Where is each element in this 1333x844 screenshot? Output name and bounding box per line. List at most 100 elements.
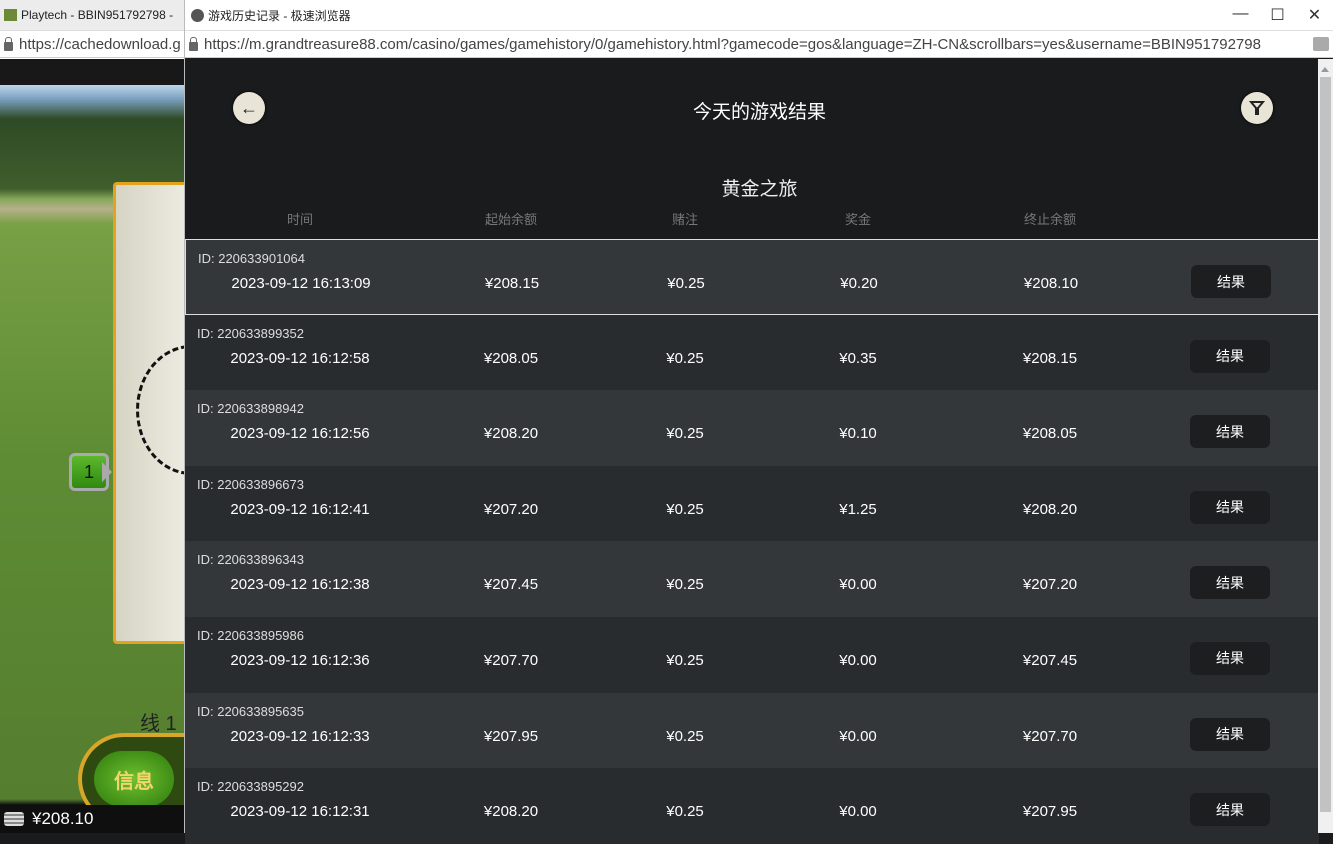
result-button[interactable]: 结果: [1191, 265, 1271, 298]
round-id: ID: 220633895292: [197, 779, 304, 795]
bet: ¥0.25: [667, 275, 705, 292]
start-balance: ¥207.20: [483, 500, 539, 518]
arrow-left-icon: ←: [240, 97, 258, 118]
history-row: ID: 220633898942 2023-09-12 16:12:56 ¥20…: [185, 390, 1319, 466]
win: ¥0.20: [840, 275, 878, 292]
win: ¥0.00: [839, 803, 877, 821]
window-titlebar: 游戏历史记录 - 极速浏览器 — ☐ ✕: [185, 0, 1333, 31]
line-label: 线 1: [140, 713, 177, 735]
history-row: ID: 220633899352 2023-09-12 16:12:58 ¥20…: [185, 314, 1319, 391]
background-window: Playtech - BBIN951792798 - https://cache…: [0, 0, 246, 833]
end-balance: ¥208.10: [1023, 275, 1079, 292]
result-button[interactable]: 结果: [1190, 490, 1270, 524]
start-balance: ¥208.20: [483, 803, 539, 821]
background-tab-title: Playtech - BBIN951792798 -: [21, 8, 174, 22]
round-id: ID: 220633896673: [197, 476, 304, 492]
scroll-up-icon[interactable]: [1321, 63, 1329, 72]
line-number: 1: [83, 461, 94, 482]
round-id: ID: 220633895635: [197, 703, 304, 719]
bet: ¥0.25: [666, 576, 704, 594]
coins-icon: [4, 812, 24, 826]
line-badge: 1: [69, 453, 112, 491]
background-url: https://cachedownload.g: [19, 35, 181, 53]
start-balance: ¥208.15: [484, 275, 540, 292]
win: ¥0.00: [839, 727, 877, 745]
slot-reel: [113, 182, 246, 644]
time: 2023-09-12 16:12:58: [230, 349, 370, 367]
history-list: ID: 220633901064 2023-09-12 16:13:09 ¥20…: [185, 239, 1319, 844]
win: ¥0.00: [839, 651, 877, 669]
result-button[interactable]: 结果: [1190, 415, 1270, 449]
end-balance: ¥208.05: [1022, 425, 1078, 443]
result-button[interactable]: 结果: [1190, 793, 1270, 827]
globe-icon: [191, 8, 204, 22]
result-button[interactable]: 结果: [1190, 717, 1270, 751]
round-id: ID: 220633901064: [198, 251, 305, 266]
result-button[interactable]: 结果: [1190, 339, 1270, 373]
url-text[interactable]: https://m.grandtreasure88.com/casino/gam…: [204, 36, 1261, 53]
col-win: 奖金: [844, 212, 872, 227]
game-canvas[interactable]: 1 线 1 信息: [0, 59, 246, 833]
bet: ¥0.25: [666, 727, 704, 745]
lock-icon: [4, 36, 13, 51]
time: 2023-09-12 16:12:38: [230, 576, 370, 594]
time: 2023-09-12 16:12:33: [230, 727, 370, 745]
round-id: ID: 220633896343: [197, 552, 304, 568]
close-button[interactable]: ✕: [1296, 5, 1333, 25]
filter-icon: [1249, 101, 1265, 115]
column-headers: 时间 起始余额 赌注 奖金 终止余额: [185, 209, 1319, 229]
translate-icon[interactable]: [1313, 37, 1329, 51]
background-url-bar[interactable]: https://cachedownload.g: [0, 31, 184, 58]
col-bet: 赌注: [671, 212, 699, 227]
start-balance: ¥207.70: [483, 651, 539, 669]
filter-button[interactable]: [1241, 92, 1273, 124]
end-balance: ¥207.45: [1022, 651, 1078, 669]
info-button[interactable]: 信息: [94, 751, 174, 807]
end-balance: ¥208.15: [1022, 349, 1078, 367]
start-balance: ¥208.20: [483, 425, 539, 443]
scrollbar-thumb[interactable]: [1320, 77, 1331, 812]
win: ¥0.10: [839, 425, 877, 443]
col-time: 时间: [286, 212, 314, 227]
scrollbar[interactable]: [1318, 59, 1333, 833]
start-balance: ¥207.95: [483, 727, 539, 745]
history-row: ID: 220633895292 2023-09-12 16:12:31 ¥20…: [185, 768, 1319, 844]
background-tab[interactable]: Playtech - BBIN951792798 -: [0, 0, 184, 31]
balance: ¥208.10: [32, 809, 94, 828]
history-row: ID: 220633895635 2023-09-12 16:12:33 ¥20…: [185, 692, 1319, 769]
round-id: ID: 220633898942: [197, 401, 304, 417]
bet: ¥0.25: [666, 500, 704, 518]
history-page: 今天的游戏结果 ← 黄金之旅 时间 起始余额 赌注 奖金 终止余额 ID: 22…: [185, 59, 1319, 844]
bet: ¥0.25: [666, 651, 704, 669]
minimize-button[interactable]: —: [1222, 5, 1259, 25]
history-window: 游戏历史记录 - 极速浏览器 — ☐ ✕ https://m.grandtrea…: [184, 0, 1333, 844]
end-balance: ¥207.20: [1022, 576, 1078, 594]
game-favicon-icon: [4, 9, 17, 21]
history-row: ID: 220633901064 2023-09-12 16:13:09 ¥20…: [185, 239, 1319, 315]
url-bar[interactable]: https://m.grandtreasure88.com/casino/gam…: [185, 31, 1333, 58]
end-balance: ¥208.20: [1022, 500, 1078, 518]
lock-icon: [189, 36, 198, 51]
time: 2023-09-12 16:12:41: [230, 500, 370, 518]
game-name: 黄金之旅: [721, 179, 798, 200]
start-balance: ¥208.05: [483, 349, 539, 367]
time: 2023-09-12 16:12:56: [230, 425, 370, 443]
round-id: ID: 220633895986: [197, 627, 304, 643]
time: 2023-09-12 16:12:36: [230, 651, 370, 669]
bet: ¥0.25: [666, 803, 704, 821]
maximize-button[interactable]: ☐: [1259, 5, 1296, 25]
win: ¥1.25: [839, 500, 877, 518]
page-title: 今天的游戏结果: [692, 102, 826, 123]
result-button[interactable]: 结果: [1190, 566, 1270, 600]
end-balance: ¥207.70: [1022, 727, 1078, 745]
bet: ¥0.25: [666, 349, 704, 367]
start-balance: ¥207.45: [483, 576, 539, 594]
round-id: ID: 220633899352: [197, 325, 304, 341]
result-button[interactable]: 结果: [1190, 641, 1270, 675]
time: 2023-09-12 16:12:31: [230, 803, 370, 821]
back-button[interactable]: ←: [233, 92, 265, 124]
window-title: 游戏历史记录 - 极速浏览器: [208, 8, 351, 23]
win: ¥0.00: [839, 576, 877, 594]
history-row: ID: 220633895986 2023-09-12 16:12:36 ¥20…: [185, 616, 1319, 693]
win: ¥0.35: [839, 349, 877, 367]
